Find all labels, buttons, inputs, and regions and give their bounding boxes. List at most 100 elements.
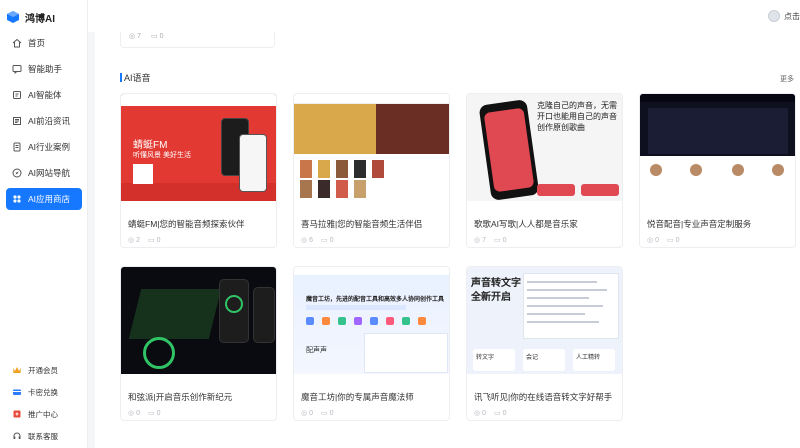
- comment-icon: ▭: [667, 237, 674, 244]
- topbar: 点击: [88, 0, 800, 32]
- card-thumbnail: 魔音工坊，先进的配音工具和高效多人协同创作工具 配声声: [294, 267, 449, 374]
- previous-card-fragment[interactable]: ◎ 7 ▭ 0: [120, 32, 275, 48]
- app-card-xunfei-tingjian[interactable]: 声音转文字 全新开启 转文字 会记 人工精转 讯飞听见|你的在线语音转文字好帮手…: [466, 266, 623, 421]
- views-stat: ◎ 6: [301, 236, 314, 245]
- comments-stat: ▭ 0: [494, 409, 507, 418]
- sidebar-item-label: 推广中心: [28, 409, 58, 419]
- sidebar-item-service[interactable]: 联系客服: [6, 427, 82, 445]
- eye-icon: ◎: [474, 237, 481, 244]
- card-stats: ◎ 0 ▭ 0: [474, 409, 507, 418]
- user-login[interactable]: 点击: [768, 10, 800, 22]
- card-icon: [12, 387, 22, 397]
- sidebar-bottom-nav: 开通会员 卡密兑换 推广中心 联系客服: [6, 361, 82, 448]
- phone-image: [253, 287, 275, 343]
- case-icon: [12, 142, 22, 152]
- service-icon: [12, 431, 22, 441]
- app-name: 鸿博AI: [25, 13, 55, 25]
- views-stat: ◎ 7: [129, 32, 142, 41]
- card-thumbnail: 声音转文字 全新开启 转文字 会记 人工精转: [467, 267, 622, 374]
- home-icon: [12, 38, 22, 48]
- sidebar-item-navigation[interactable]: AI网站导航: [6, 162, 82, 184]
- thumbnail-text: 听懂风景 美好生活: [133, 152, 191, 159]
- eye-icon: ◎: [474, 410, 481, 417]
- thumbnail-text: 克隆自己的声音，无需开口也能用自己的声音创作原创歌曲: [537, 101, 617, 132]
- sidebar-item-label: AI前沿资讯: [28, 116, 71, 126]
- sidebar-item-card-redeem[interactable]: 卡密兑换: [6, 383, 82, 401]
- app-logo[interactable]: 鸿博AI: [6, 8, 55, 26]
- sidebar: 鸿博AI 首页 智能助手 AI智能体 AI前沿资讯 AI行业案例 AI网站导航 …: [0, 0, 88, 448]
- thumbnail-text: 声音转文字 全新开启: [471, 278, 521, 303]
- sidebar-item-label: AI行业案例: [28, 142, 71, 152]
- card-stats: ◎ 7 ▭ 0: [129, 32, 164, 41]
- avatar: [768, 10, 780, 22]
- sidebar-item-cases[interactable]: AI行业案例: [6, 136, 82, 158]
- comments-stat: ▭ 0: [148, 409, 161, 418]
- thumbnail-text: 人工精转: [573, 349, 615, 371]
- apps-icon: [12, 194, 22, 204]
- app-card-hexianpai[interactable]: 和弦派|开启音乐创作新纪元 ◎ 0 ▭ 0: [120, 266, 277, 421]
- card-stats: ◎ 2 ▭ 0: [128, 236, 161, 245]
- sidebar-item-label: 首页: [28, 38, 46, 48]
- sidebar-item-vip[interactable]: 开通会员: [6, 361, 82, 379]
- app-card-qingting[interactable]: 蜻蜓FM 听懂风景 美好生活 蜻蜓FM|您的智能音频探索伙伴 ◎ 2 ▭ 0: [120, 93, 277, 248]
- eye-icon: ◎: [129, 33, 136, 40]
- logo-icon: [6, 10, 20, 24]
- card-stats: ◎ 6 ▭ 0: [301, 236, 334, 245]
- vip-icon: [12, 365, 22, 375]
- sidebar-item-app-store[interactable]: AI应用商店: [6, 188, 82, 210]
- views-stat: ◎ 0: [301, 409, 314, 418]
- thumbnail-text: 转文字: [473, 349, 515, 371]
- main-content: ◎ 7 ▭ 0 AI语音 更多 蜻蜓FM 听懂风景 美好生活 蜻蜓FM|您的智能音频…: [95, 32, 800, 448]
- thumbnail-text: 会记: [523, 349, 565, 371]
- sidebar-item-label: 卡密兑换: [28, 387, 58, 397]
- sidebar-item-label: AI应用商店: [28, 194, 71, 204]
- comments-stat: ▭ 0: [494, 236, 507, 245]
- card-stats: ◎ 0 ▭ 0: [301, 409, 334, 418]
- comments-stat: ▭ 0: [148, 236, 161, 245]
- sidebar-item-agent[interactable]: AI智能体: [6, 84, 82, 106]
- app-card-ximalaya[interactable]: 喜马拉雅|您的智能音频生活伴侣 ◎ 6 ▭ 0: [293, 93, 450, 248]
- card-title: 魔音工坊|你的专属声音魔法师: [301, 392, 414, 402]
- comment-icon: ▭: [148, 410, 155, 417]
- card-stats: ◎ 0 ▭ 0: [128, 409, 161, 418]
- sidebar-item-assistant[interactable]: 智能助手: [6, 58, 82, 80]
- app-card-yueyin[interactable]: 悦音配音|专业声音定制服务 ◎ 0 ▭ 0: [639, 93, 796, 248]
- phone-image: [239, 134, 267, 192]
- promo-icon: [12, 409, 22, 419]
- chat-icon: [12, 64, 22, 74]
- card-stats: ◎ 7 ▭ 0: [474, 236, 507, 245]
- card-title: 悦音配音|专业声音定制服务: [647, 219, 752, 229]
- comment-icon: ▭: [148, 237, 155, 244]
- app-card-gege-ai[interactable]: 克隆自己的声音，无需开口也能用自己的声音创作原创歌曲 歌歌AI写歌|人人都是音乐…: [466, 93, 623, 248]
- eye-icon: ◎: [128, 237, 135, 244]
- compass-icon: [12, 168, 22, 178]
- thumbnail-text: 蜻蜓FM: [133, 140, 168, 151]
- eye-icon: ◎: [301, 237, 308, 244]
- sidebar-item-label: 智能助手: [28, 64, 63, 74]
- sidebar-item-label: 开通会员: [28, 365, 58, 375]
- card-title: 喜马拉雅|您的智能音频生活伴侣: [301, 219, 423, 229]
- sidebar-item-label: 联系客服: [28, 431, 58, 441]
- more-link[interactable]: 更多: [780, 74, 794, 84]
- sidebar-item-promo[interactable]: 推广中心: [6, 405, 82, 423]
- card-thumbnail: [294, 94, 449, 201]
- card-thumbnail: 蜻蜓FM 听懂风景 美好生活: [121, 94, 276, 201]
- news-icon: [12, 116, 22, 126]
- comment-icon: ▭: [321, 410, 328, 417]
- card-title: 讯飞听见|你的在线语音转文字好帮手: [474, 392, 613, 402]
- comments-stat: ▭ 0: [321, 236, 334, 245]
- eye-icon: ◎: [128, 410, 135, 417]
- card-thumbnail: [640, 94, 795, 201]
- sidebar-item-home[interactable]: 首页: [6, 32, 82, 54]
- card-title: 和弦派|开启音乐创作新纪元: [128, 392, 233, 402]
- card-title: 蜻蜓FM|您的智能音频探索伙伴: [128, 219, 245, 229]
- sidebar-item-label: AI网站导航: [28, 168, 71, 178]
- app-card-moyin[interactable]: 魔音工坊，先进的配音工具和高效多人协同创作工具 配声声 魔音工坊|你的专属声音魔…: [293, 266, 450, 421]
- thumbnail-text: 魔音工坊，先进的配音工具和高效多人协同创作工具: [306, 297, 445, 303]
- card-title: 歌歌AI写歌|人人都是音乐家: [474, 219, 578, 229]
- comment-icon: ▭: [321, 237, 328, 244]
- android-badge: [581, 184, 619, 196]
- sidebar-item-news[interactable]: AI前沿资讯: [6, 110, 82, 132]
- comment-icon: ▭: [151, 33, 158, 40]
- eye-icon: ◎: [301, 410, 308, 417]
